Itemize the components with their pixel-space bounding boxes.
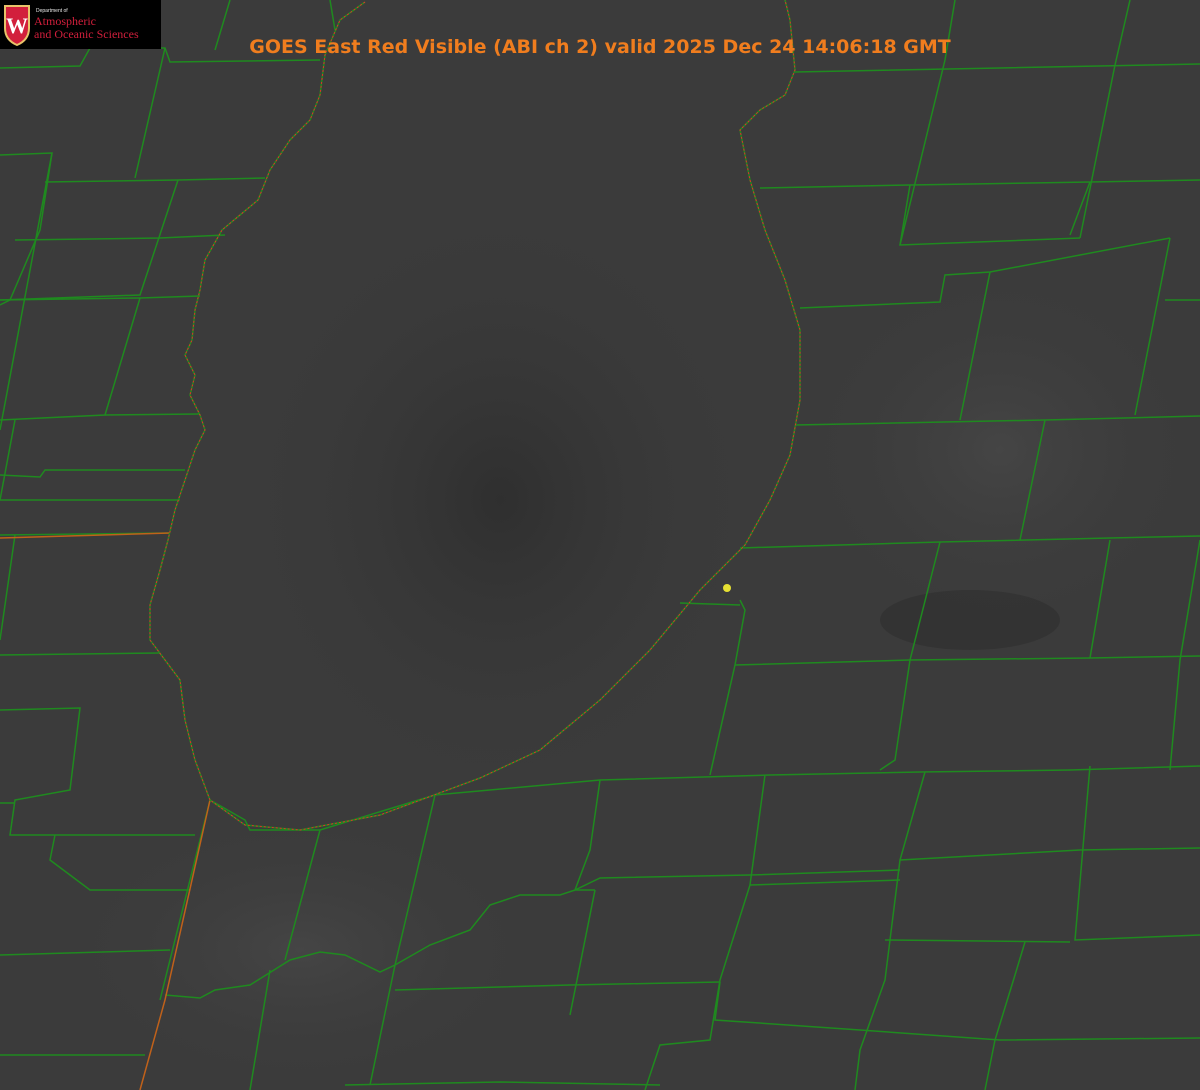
cloud-bright: [40, 800, 560, 1090]
logo-line-2: and Oceanic Sciences: [34, 27, 139, 41]
image-title: GOES East Red Visible (ABI ch 2) valid 2…: [249, 36, 951, 58]
cloud-shadow: [880, 590, 1060, 650]
cloud-bright: [780, 250, 1200, 650]
cloud-shadow: [240, 200, 760, 800]
uw-crest-icon: W: [4, 5, 30, 46]
satellite-image: [0, 0, 1200, 1090]
station-marker[interactable]: [723, 584, 731, 592]
satellite-map: GOES East Red Visible (ABI ch 2) valid 2…: [0, 0, 1200, 1090]
aos-logo[interactable]: W Department of Atmospheric and Oceanic …: [0, 0, 161, 49]
seal-letter: W: [6, 13, 28, 38]
logo-line-1: Atmospheric: [34, 14, 96, 28]
